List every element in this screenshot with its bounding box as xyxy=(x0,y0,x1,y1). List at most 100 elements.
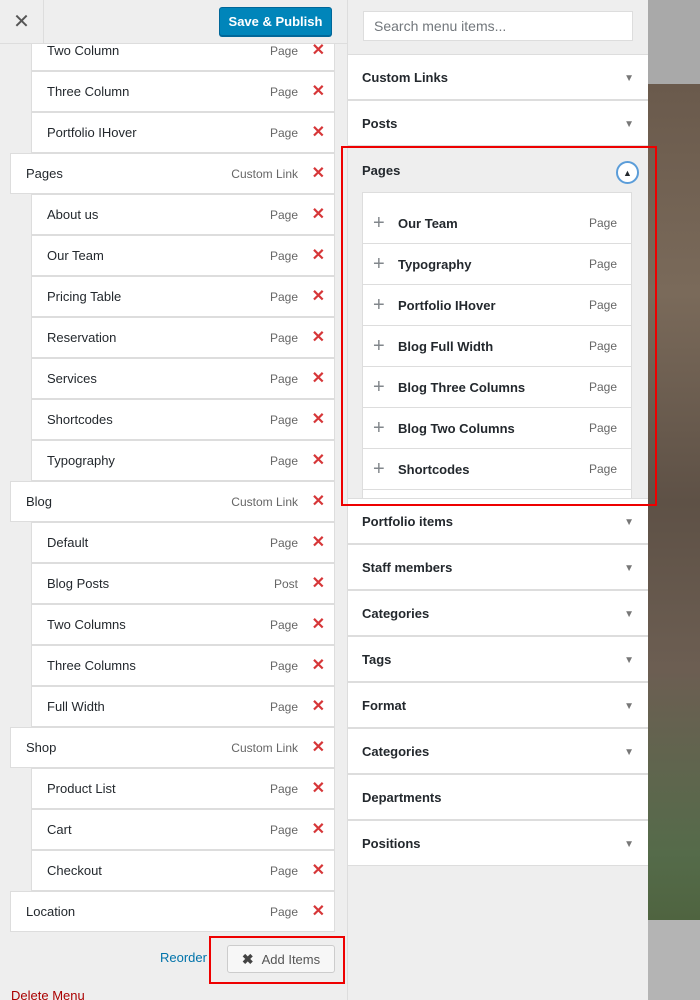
menu-item[interactable]: Cart Page ✕ xyxy=(31,809,335,850)
menu-item-type: Page xyxy=(269,371,298,386)
plus-icon[interactable]: + xyxy=(373,418,385,438)
accordion-section[interactable]: Custom Links ▼ xyxy=(348,54,648,100)
delete-icon[interactable]: ✕ xyxy=(312,83,325,100)
triangle-down-icon: ▼ xyxy=(624,701,634,712)
menu-item[interactable]: Blog Custom Link ✕ xyxy=(10,481,335,522)
preview-image xyxy=(648,84,700,920)
menu-item[interactable]: Typography Page ✕ xyxy=(31,440,335,481)
menu-item-title: About us xyxy=(47,207,99,222)
menu-item-title: Three Column xyxy=(47,84,130,99)
delete-icon[interactable]: ✕ xyxy=(312,616,325,633)
available-item[interactable]: + Our Team Page xyxy=(363,203,631,244)
menu-item-title: Default xyxy=(47,535,89,550)
plus-icon[interactable]: + xyxy=(373,254,385,274)
available-item-title: Blog Two Columns xyxy=(398,420,515,436)
delete-icon[interactable]: ✕ xyxy=(312,329,325,346)
search-menu-items-input[interactable] xyxy=(363,11,633,41)
accordion-section[interactable]: Format ▼ xyxy=(348,682,648,728)
plus-icon[interactable]: + xyxy=(373,213,385,233)
menu-item[interactable]: Three Columns Page ✕ xyxy=(31,645,335,686)
available-item[interactable]: + Blog Three Columns Page xyxy=(363,367,631,408)
accordion-section[interactable]: Tags ▼ xyxy=(348,636,648,682)
menu-item[interactable]: Product List Page ✕ xyxy=(31,768,335,809)
menu-item[interactable]: Our Team Page ✕ xyxy=(31,235,335,276)
delete-icon[interactable]: ✕ xyxy=(312,124,325,141)
delete-icon[interactable]: ✕ xyxy=(312,534,325,551)
delete-menu-link[interactable]: Delete Menu xyxy=(11,988,85,1000)
accordion-section[interactable]: Portfolio items ▼ xyxy=(348,498,648,544)
delete-icon[interactable]: ✕ xyxy=(312,288,325,305)
menu-item[interactable]: Shortcodes Page ✕ xyxy=(31,399,335,440)
menu-item-type: Page xyxy=(269,248,298,263)
delete-icon[interactable]: ✕ xyxy=(312,821,325,838)
available-item[interactable]: + Typography Page xyxy=(363,244,631,285)
save-publish-button[interactable]: Save & Publish xyxy=(219,7,332,36)
plus-icon[interactable]: + xyxy=(373,459,385,479)
add-items-button[interactable]: ✖ Add Items xyxy=(227,945,335,973)
menu-item-title: Shortcodes xyxy=(47,412,113,427)
delete-icon[interactable]: ✕ xyxy=(312,493,325,510)
delete-icon[interactable]: ✕ xyxy=(312,42,325,59)
accordion-section[interactable]: Staff members ▼ xyxy=(348,544,648,590)
menu-item[interactable]: Location Page ✕ xyxy=(10,891,335,932)
plus-icon[interactable]: + xyxy=(373,336,385,356)
delete-icon[interactable]: ✕ xyxy=(312,206,325,223)
triangle-down-icon: ▼ xyxy=(624,119,634,130)
menu-item[interactable]: Pricing Table Page ✕ xyxy=(31,276,335,317)
delete-icon[interactable]: ✕ xyxy=(312,452,325,469)
menu-item-type: Page xyxy=(269,699,298,714)
accordion-section[interactable]: Departments xyxy=(348,774,648,820)
section-title: Posts xyxy=(362,116,398,131)
delete-icon[interactable]: ✕ xyxy=(312,247,325,264)
menu-item[interactable]: About us Page ✕ xyxy=(31,194,335,235)
plus-icon[interactable]: + xyxy=(373,377,385,397)
available-pages-list[interactable]: + Our Team Page + Typography Page + Portfolio I… xyxy=(362,192,632,504)
menu-item[interactable]: Pages Custom Link ✕ xyxy=(10,153,335,194)
available-item[interactable]: + Blog Full Width Page xyxy=(363,326,631,367)
pages-section-title[interactable]: Pages xyxy=(362,163,400,178)
section-title: Departments xyxy=(362,790,442,805)
accordion-section[interactable]: Categories ▼ xyxy=(348,728,648,774)
menu-item[interactable]: Checkout Page ✕ xyxy=(31,850,335,891)
delete-icon[interactable]: ✕ xyxy=(312,411,325,428)
menu-item-title: Product List xyxy=(47,781,116,796)
collapse-toggle-button[interactable]: ▲ xyxy=(616,161,639,184)
available-item[interactable]: + Portfolio IHover Page xyxy=(363,285,631,326)
menu-item[interactable]: Blog Posts Post ✕ xyxy=(31,563,335,604)
delete-icon[interactable]: ✕ xyxy=(312,165,325,182)
menu-item-title: Reservation xyxy=(47,330,117,345)
menu-item[interactable]: Default Page ✕ xyxy=(31,522,335,563)
plus-icon[interactable]: + xyxy=(373,295,385,315)
accordion-section[interactable]: Posts ▼ xyxy=(348,100,648,146)
delete-icon[interactable]: ✕ xyxy=(312,903,325,920)
menu-item-type: Page xyxy=(269,84,298,99)
delete-icon[interactable]: ✕ xyxy=(312,657,325,674)
menu-item-title: Shop xyxy=(26,740,57,755)
menu-item[interactable]: Three Column Page ✕ xyxy=(31,71,335,112)
menu-item[interactable]: Services Page ✕ xyxy=(31,358,335,399)
available-item[interactable]: + Shortcodes Page xyxy=(363,449,631,490)
delete-icon[interactable]: ✕ xyxy=(312,862,325,879)
menu-item-type: Page xyxy=(269,330,298,345)
menu-item-title: Pages xyxy=(26,166,63,181)
available-item[interactable]: + Blog Two Columns Page xyxy=(363,408,631,449)
section-title: Format xyxy=(362,698,407,713)
delete-icon[interactable]: ✕ xyxy=(312,575,325,592)
delete-icon[interactable]: ✕ xyxy=(312,739,325,756)
reorder-link[interactable]: Reorder xyxy=(160,950,207,965)
menu-item-title: Services xyxy=(47,371,97,386)
delete-icon[interactable]: ✕ xyxy=(312,698,325,715)
accordion-section[interactable]: Positions ▼ xyxy=(348,820,648,866)
close-button[interactable]: ✕ xyxy=(0,0,44,43)
accordion-section[interactable]: Categories ▼ xyxy=(348,590,648,636)
delete-icon[interactable]: ✕ xyxy=(312,370,325,387)
close-icon: ✖ xyxy=(241,950,254,967)
menu-item[interactable]: Reservation Page ✕ xyxy=(31,317,335,358)
menu-item[interactable]: Full Width Page ✕ xyxy=(31,686,335,727)
delete-icon[interactable]: ✕ xyxy=(312,780,325,797)
available-item-type: Page xyxy=(588,380,617,394)
menu-item[interactable]: Portfolio IHover Page ✕ xyxy=(31,112,335,153)
menu-item[interactable]: Two Columns Page ✕ xyxy=(31,604,335,645)
menu-item[interactable]: Shop Custom Link ✕ xyxy=(10,727,335,768)
available-item-type: Page xyxy=(588,462,617,476)
